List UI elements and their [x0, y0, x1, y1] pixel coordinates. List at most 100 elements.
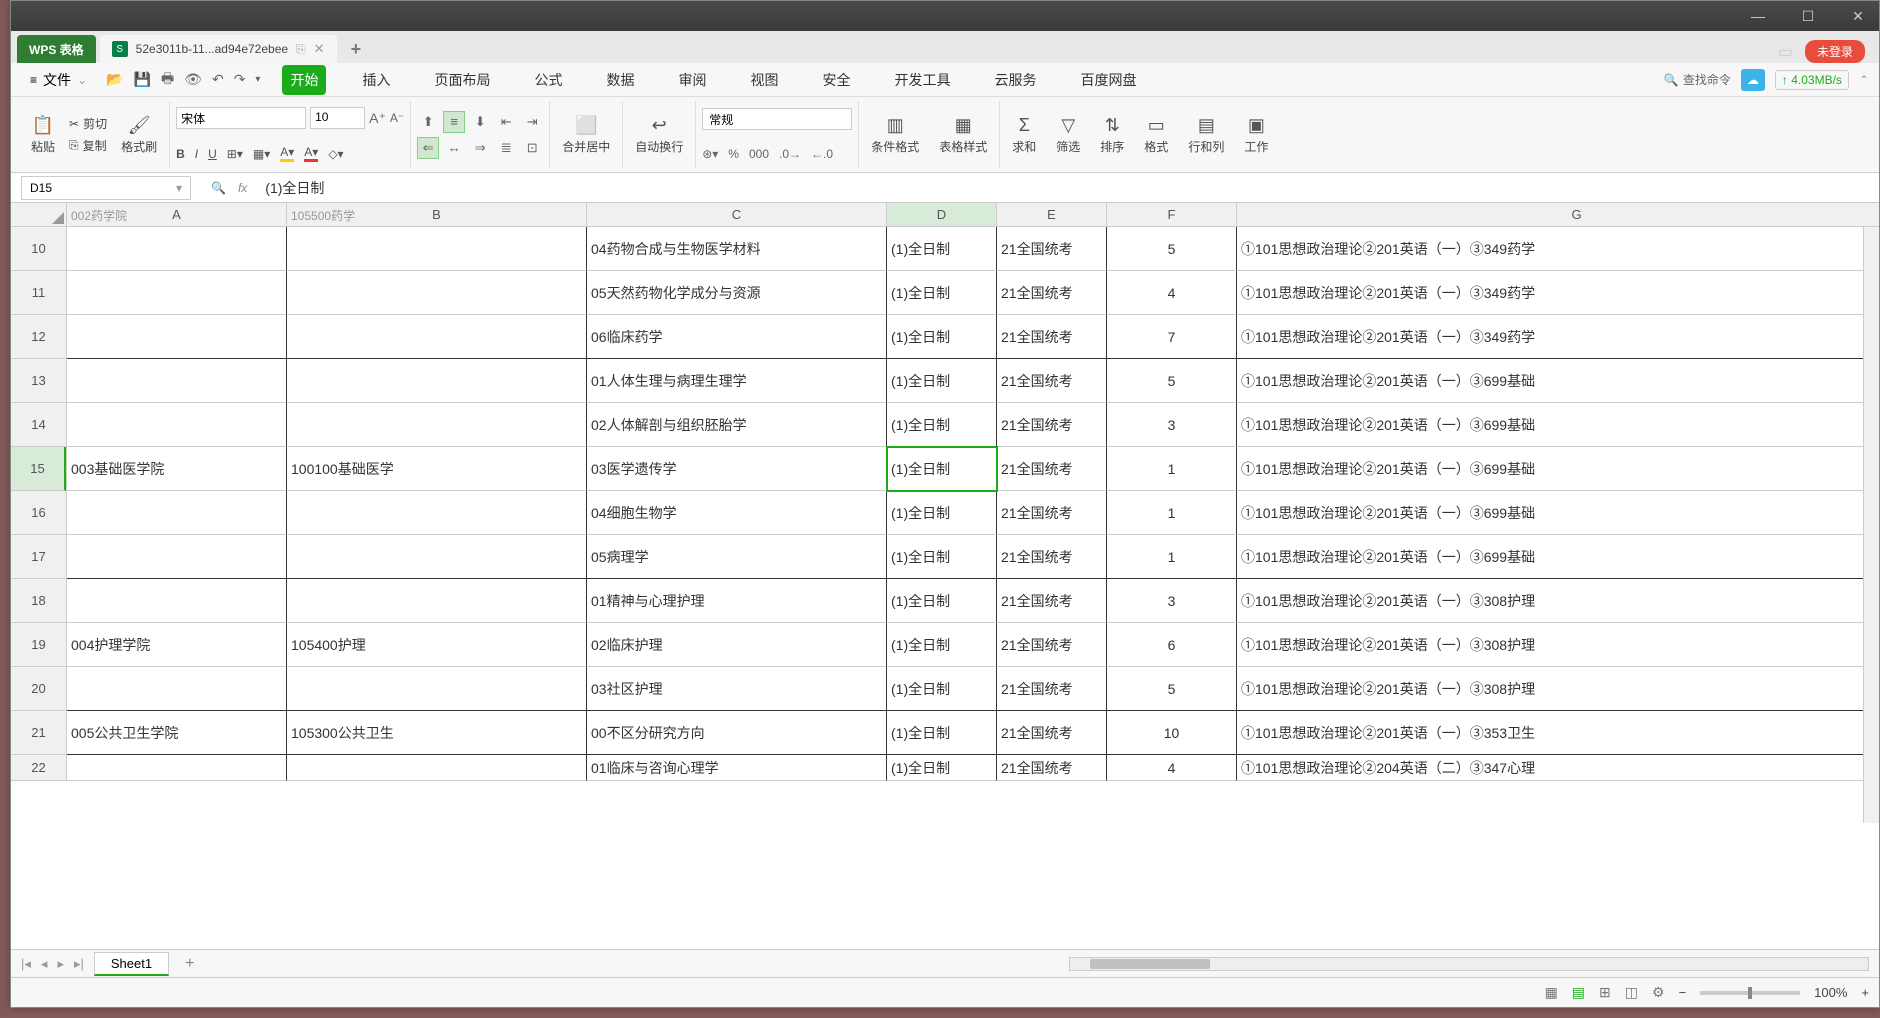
column-header-G[interactable]: G	[1237, 203, 1879, 226]
zoom-out-button[interactable]: −	[1679, 985, 1687, 1000]
align-top-icon[interactable]: ⬆	[417, 111, 439, 133]
sheet-nav-first-icon[interactable]: |◂	[21, 956, 31, 972]
number-format-select[interactable]: 常规	[702, 108, 852, 130]
cell[interactable]: 10	[1107, 711, 1237, 755]
cell[interactable]	[287, 359, 587, 403]
cell[interactable]: 21全国统考	[997, 447, 1107, 491]
view-break-icon[interactable]: ⊞	[1599, 984, 1611, 1001]
tab-security[interactable]: 安全	[814, 65, 858, 95]
cell[interactable]	[287, 227, 587, 271]
cell[interactable]	[287, 579, 587, 623]
formula-input[interactable]: (1)全日制	[257, 178, 1879, 198]
format-painter-button[interactable]: 🖌 格式刷	[115, 113, 163, 157]
cell[interactable]: ①101思想政治理论②201英语（一）③699基础	[1237, 535, 1879, 579]
align-bottom-icon[interactable]: ⬇	[469, 111, 491, 133]
cell[interactable]: 100100基础医学	[287, 447, 587, 491]
tab-dev[interactable]: 开发工具	[886, 65, 958, 95]
row-header-17[interactable]: 17	[11, 535, 66, 579]
row-header-18[interactable]: 18	[11, 579, 66, 623]
font-name-select[interactable]: 宋体	[176, 107, 306, 129]
open-icon[interactable]: 📂	[106, 71, 123, 88]
name-box[interactable]: D15 ▾	[21, 176, 191, 200]
cell[interactable]	[287, 755, 587, 781]
cell[interactable]: 21全国统考	[997, 579, 1107, 623]
cell[interactable]: 21全国统考	[997, 667, 1107, 711]
cell[interactable]: 03社区护理	[587, 667, 887, 711]
cell[interactable]: 4	[1107, 755, 1237, 781]
cell[interactable]: (1)全日制	[887, 579, 997, 623]
print-preview-icon[interactable]: 👁	[184, 71, 202, 88]
row-header-13[interactable]: 13	[11, 359, 66, 403]
cell[interactable]: 21全国统考	[997, 711, 1107, 755]
cell[interactable]: 5	[1107, 227, 1237, 271]
cell[interactable]: (1)全日制	[887, 711, 997, 755]
cell[interactable]: ①101思想政治理论②201英语（一）③353卫生	[1237, 711, 1879, 755]
cell[interactable]	[67, 315, 287, 359]
border-button[interactable]: ⊞▾	[227, 147, 243, 161]
decrease-indent-icon[interactable]: ⇤	[495, 111, 517, 133]
row-header-15[interactable]: 15	[11, 447, 66, 491]
row-header-21[interactable]: 21	[11, 711, 66, 755]
cell[interactable]	[287, 315, 587, 359]
cell[interactable]	[287, 271, 587, 315]
cell[interactable]: ①101思想政治理论②201英语（一）③308护理	[1237, 667, 1879, 711]
app-home-tab[interactable]: WPS 表格	[17, 35, 96, 63]
view-normal-icon[interactable]: ▦	[1545, 984, 1558, 1001]
cell[interactable]: 7	[1107, 315, 1237, 359]
cell[interactable]: 5	[1107, 359, 1237, 403]
currency-icon[interactable]: ⊛▾	[702, 147, 718, 161]
minimize-button[interactable]: —	[1743, 8, 1773, 24]
cell[interactable]: ①101思想政治理论②201英语（一）③699基础	[1237, 491, 1879, 535]
cell[interactable]	[287, 535, 587, 579]
wrap-text-button[interactable]: ↩ 自动换行	[629, 113, 689, 157]
new-tab-button[interactable]: +	[341, 35, 372, 63]
font-color-button[interactable]: A▾	[304, 145, 318, 162]
print-icon[interactable]: 🖶	[161, 68, 174, 92]
cell[interactable]: 21全国统考	[997, 623, 1107, 667]
zoom-slider[interactable]	[1700, 991, 1800, 995]
cell[interactable]: 01临床与咨询心理学	[587, 755, 887, 781]
row-header-14[interactable]: 14	[11, 403, 66, 447]
cell[interactable]: 1	[1107, 447, 1237, 491]
cell[interactable]: 105400护理	[287, 623, 587, 667]
cell[interactable]: 6	[1107, 623, 1237, 667]
cell[interactable]: ①101思想政治理论②201英语（一）③349药学	[1237, 227, 1879, 271]
login-button[interactable]: 未登录	[1805, 40, 1865, 63]
justify-icon[interactable]: ≣	[495, 137, 517, 159]
worksheet-button[interactable]: ▣工作	[1238, 101, 1274, 168]
row-header-20[interactable]: 20	[11, 667, 66, 711]
cell[interactable]	[67, 271, 287, 315]
fx-icon[interactable]: fx	[238, 181, 247, 195]
cell[interactable]: 5	[1107, 667, 1237, 711]
cell[interactable]: (1)全日制	[887, 359, 997, 403]
filter-button[interactable]: ▽筛选	[1050, 101, 1086, 168]
bold-button[interactable]: B	[176, 147, 185, 161]
cell[interactable]	[67, 403, 287, 447]
cell[interactable]	[67, 491, 287, 535]
underline-button[interactable]: U	[208, 147, 217, 161]
cell[interactable]: (1)全日制	[887, 535, 997, 579]
reading-mode-icon[interactable]: ◫	[1625, 984, 1638, 1001]
copy-button[interactable]: ⎘复制	[65, 135, 111, 156]
cell[interactable]: (1)全日制	[887, 227, 997, 271]
align-right-icon[interactable]: ⇒	[469, 137, 491, 159]
font-size-select[interactable]: 10	[310, 107, 365, 129]
align-middle-icon[interactable]: ≡	[443, 111, 465, 133]
undo-icon[interactable]: ↶	[212, 71, 224, 88]
column-header-F[interactable]: F	[1107, 203, 1237, 226]
tab-cloud[interactable]: 云服务	[986, 65, 1044, 95]
cell[interactable]: 21全国统考	[997, 491, 1107, 535]
gear-icon[interactable]: ⚙	[1652, 984, 1665, 1001]
tab-formula[interactable]: 公式	[526, 65, 570, 95]
cell[interactable]	[287, 491, 587, 535]
maximize-button[interactable]: ☐	[1793, 8, 1823, 25]
increase-indent-icon[interactable]: ⇥	[521, 111, 543, 133]
sort-button[interactable]: ⇅排序	[1094, 101, 1130, 168]
row-header-16[interactable]: 16	[11, 491, 66, 535]
sheet-nav-last-icon[interactable]: ▸|	[74, 956, 84, 972]
column-header-C[interactable]: C	[587, 203, 887, 226]
distribute-icon[interactable]: ⊡	[521, 137, 543, 159]
decrease-font-icon[interactable]: A⁻	[390, 111, 404, 125]
cell[interactable]: (1)全日制	[887, 403, 997, 447]
rowcol-button[interactable]: ▤行和列	[1182, 101, 1230, 168]
